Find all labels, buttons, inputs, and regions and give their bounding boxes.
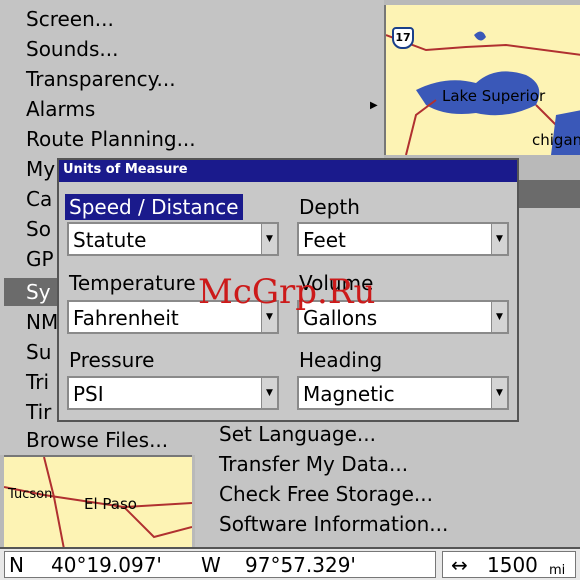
gps-screen: 17 Lake Superior chigan Tucson El Paso S… [0, 0, 580, 580]
status-bar: N 40°19.097' W 97°57.329' ↔ 1500 mi [0, 547, 580, 580]
menu-item-screen[interactable]: Screen... [26, 5, 114, 33]
map-label-michigan: chigan [532, 131, 580, 149]
label-temperature: Temperature [69, 271, 196, 295]
scale-unit: mi [549, 563, 566, 578]
dialog-titlebar: Units of Measure [59, 160, 517, 182]
dropdown-speed-distance[interactable]: Statute ▼ [67, 222, 279, 256]
dropdown-pressure[interactable]: PSI ▼ [67, 376, 279, 410]
map-scale-readout: ↔ 1500 mi [442, 551, 576, 578]
dropdown-arrow-icon[interactable]: ▼ [261, 378, 277, 408]
watermark: McGrp.Ru [198, 272, 376, 312]
map-label-tucson: Tucson [8, 487, 53, 502]
dropdown-arrow-icon[interactable]: ▼ [491, 378, 507, 408]
menu-item-ca[interactable]: Ca [26, 185, 52, 213]
lake-small-shape [474, 31, 486, 41]
menu-item-su[interactable]: Su [26, 338, 51, 366]
position-readout: N 40°19.097' W 97°57.329' [4, 551, 436, 578]
menu-item-transparency[interactable]: Transparency... [26, 65, 176, 93]
menu-item-tri[interactable]: Tri [26, 368, 49, 396]
submenu-item-check-free-storage[interactable]: Check Free Storage... [219, 480, 433, 508]
map-view-north[interactable]: 17 Lake Superior chigan [384, 5, 580, 155]
lat-hemisphere: N [9, 553, 24, 577]
menu-item-tir[interactable]: Tir [26, 398, 51, 426]
dropdown-arrow-icon[interactable]: ▼ [491, 224, 507, 254]
lon-hemisphere: W [201, 553, 221, 577]
dropdown-value: Magnetic [303, 382, 395, 406]
map-label-el-paso: El Paso [84, 495, 137, 513]
dropdown-value: PSI [73, 382, 104, 406]
latitude-value: 40°19.097' [51, 553, 162, 577]
longitude-value: 97°57.329' [245, 553, 356, 577]
label-depth: Depth [299, 195, 360, 219]
dialog-title: Units of Measure [63, 162, 188, 177]
menu-item-nm[interactable]: NM [26, 308, 58, 336]
map-view-south[interactable]: Tucson El Paso [4, 455, 192, 547]
dropdown-heading[interactable]: Magnetic ▼ [297, 376, 509, 410]
menu-item-browse-files[interactable]: Browse Files... [26, 426, 168, 454]
submenu-item-transfer-my-data[interactable]: Transfer My Data... [219, 450, 408, 478]
map-label-lake-superior: Lake Superior [442, 87, 546, 105]
dropdown-depth[interactable]: Feet ▼ [297, 222, 509, 256]
dropdown-value: Feet [303, 228, 346, 252]
submenu-item-software-information[interactable]: Software Information... [219, 510, 448, 538]
dropdown-arrow-icon[interactable]: ▼ [491, 302, 507, 332]
menu-item-alarms[interactable]: Alarms [26, 95, 95, 123]
menu-item-system[interactable]: Sy [4, 278, 64, 306]
menu-item-so[interactable]: So [26, 215, 51, 243]
menu-item-my[interactable]: My [26, 155, 55, 183]
menu-item-route-planning[interactable]: Route Planning... [26, 125, 196, 153]
submenu-item-set-language[interactable]: Set Language... [219, 420, 376, 448]
dropdown-arrow-icon[interactable]: ▼ [261, 224, 277, 254]
menu-item-sounds[interactable]: Sounds... [26, 35, 118, 63]
label-heading: Heading [299, 348, 383, 372]
scale-arrows-icon: ↔ [451, 553, 468, 577]
scale-value: 1500 [487, 553, 538, 577]
road-line [405, 99, 437, 155]
label-speed-distance: Speed / Distance [65, 194, 243, 220]
menu-item-gp[interactable]: GP [26, 245, 54, 273]
road-line [43, 457, 65, 547]
highway-shield: 17 [392, 27, 414, 49]
dropdown-value: Fahrenheit [73, 306, 179, 330]
dropdown-value: Statute [73, 228, 147, 252]
submenu-arrow-icon: ▶ [370, 100, 378, 111]
label-pressure: Pressure [69, 348, 155, 372]
